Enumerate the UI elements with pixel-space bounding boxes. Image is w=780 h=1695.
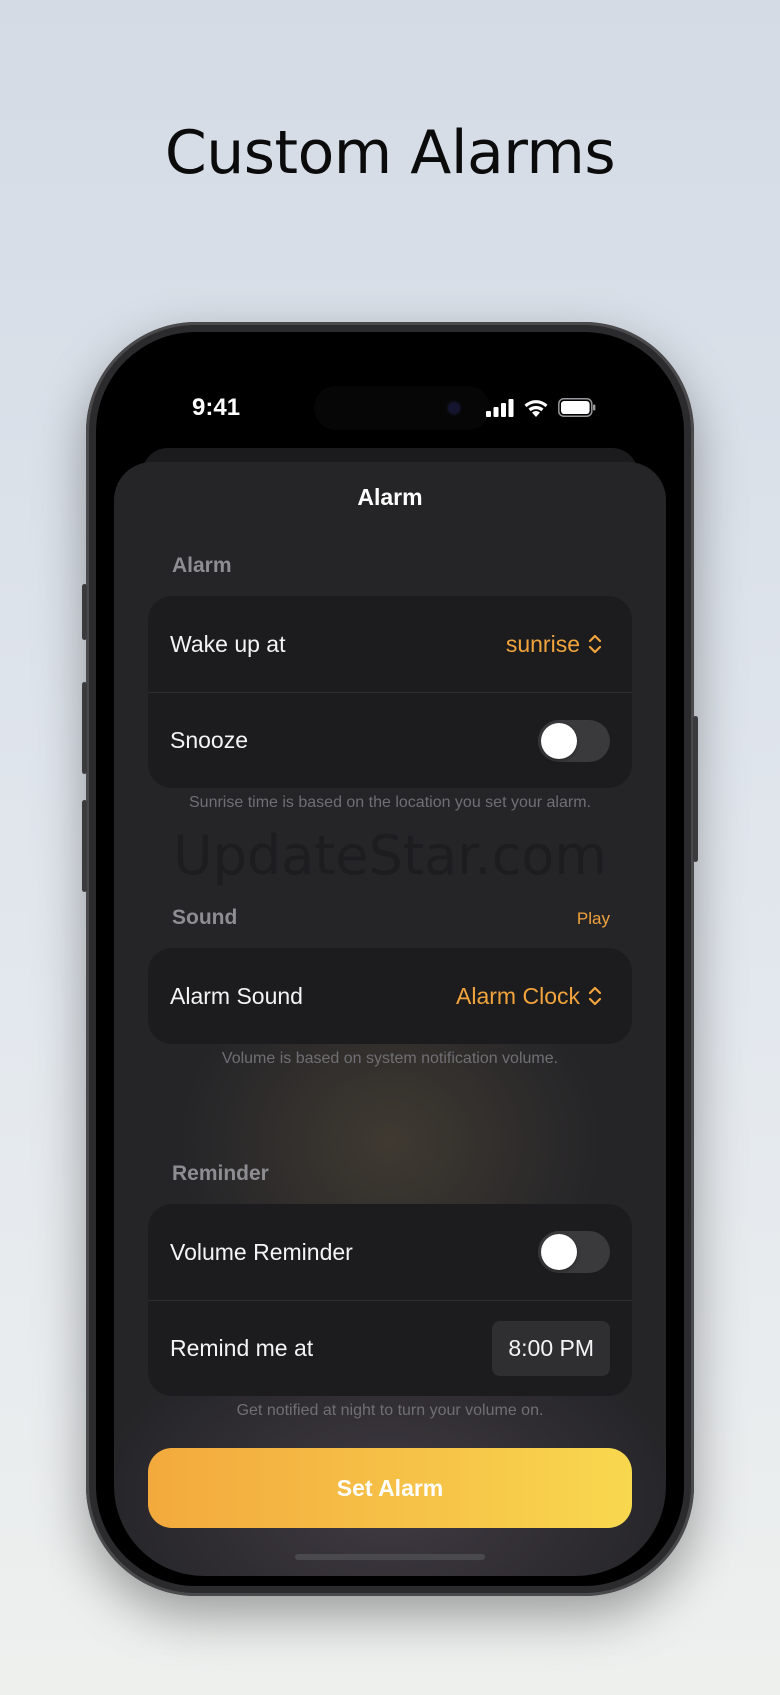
sound-card: Alarm Sound Alarm Clock	[148, 948, 632, 1044]
screen: 9:41 Alarm Alarm Wake up at sunrise Snoo…	[114, 342, 666, 1576]
toggle-knob	[541, 1234, 577, 1270]
phone-frame: 9:41 Alarm Alarm Wake up at sunrise Snoo…	[82, 322, 698, 1596]
wifi-icon	[524, 400, 548, 417]
sound-footnote: Volume is based on system notification v…	[221, 1050, 559, 1067]
battery-icon	[558, 398, 596, 417]
alarm-sound-picker[interactable]: Alarm Clock	[456, 983, 602, 1010]
remind-at-label: Remind me at	[170, 1335, 314, 1361]
volume-down-button	[82, 800, 87, 892]
section-header-alarm: Alarm	[172, 554, 232, 577]
play-button[interactable]: Play	[577, 909, 610, 929]
phone-bezel: 9:41 Alarm Alarm Wake up at sunrise Snoo…	[96, 332, 684, 1586]
dynamic-island	[314, 386, 490, 430]
headline: Custom Alarms	[164, 118, 616, 188]
home-indicator	[295, 1554, 485, 1560]
alarm-sound-row[interactable]: Alarm Sound Alarm Clock	[148, 948, 632, 1044]
volume-reminder-label: Volume Reminder	[170, 1238, 353, 1265]
section-header-sound: Sound	[172, 906, 238, 929]
action-button	[82, 584, 87, 640]
section-header-reminder: Reminder	[172, 1162, 269, 1185]
chevron-up-down-icon	[588, 986, 602, 1006]
status-bar: 9:41	[114, 386, 666, 430]
volume-reminder-toggle[interactable]	[538, 1231, 610, 1273]
sheet-title: Alarm	[357, 484, 423, 510]
alarm-footnote: Sunrise time is based on the location yo…	[189, 794, 591, 811]
reminder-card: Volume Reminder Remind me at 8:00 PM	[148, 1204, 632, 1396]
wake-up-picker[interactable]: sunrise	[506, 631, 602, 658]
snooze-toggle[interactable]	[538, 719, 610, 762]
status-icons	[486, 398, 596, 417]
camera-icon	[448, 402, 460, 414]
toggle-knob	[541, 722, 577, 759]
snooze-row: Snooze	[148, 692, 632, 788]
cellular-signal-icon	[486, 398, 514, 417]
remind-at-row: Remind me at 8:00 PM	[148, 1300, 632, 1396]
set-alarm-button[interactable]: Set Alarm	[148, 1448, 632, 1528]
remind-time-picker[interactable]: 8:00 PM	[492, 1321, 610, 1376]
alarm-card: Wake up at sunrise Snooze	[148, 596, 632, 788]
wake-up-value: sunrise	[505, 630, 580, 657]
snooze-label: Snooze	[170, 727, 249, 753]
volume-up-button	[82, 682, 87, 774]
wake-up-label: Wake up at	[170, 630, 286, 657]
watermark: UpdateStar.com	[173, 824, 607, 887]
status-time: 9:41	[192, 394, 241, 421]
alarm-sound-value: Alarm Clock	[456, 982, 580, 1009]
chevron-up-down-icon	[588, 634, 602, 654]
power-button	[693, 716, 698, 862]
alarm-sound-label: Alarm Sound	[170, 982, 303, 1009]
wake-up-row[interactable]: Wake up at sunrise	[148, 596, 632, 692]
alarm-sheet: Alarm Alarm Wake up at sunrise Snooze Su…	[114, 462, 666, 1576]
volume-reminder-row: Volume Reminder	[148, 1204, 632, 1300]
reminder-footnote: Get notified at night to turn your volum…	[236, 1402, 544, 1419]
